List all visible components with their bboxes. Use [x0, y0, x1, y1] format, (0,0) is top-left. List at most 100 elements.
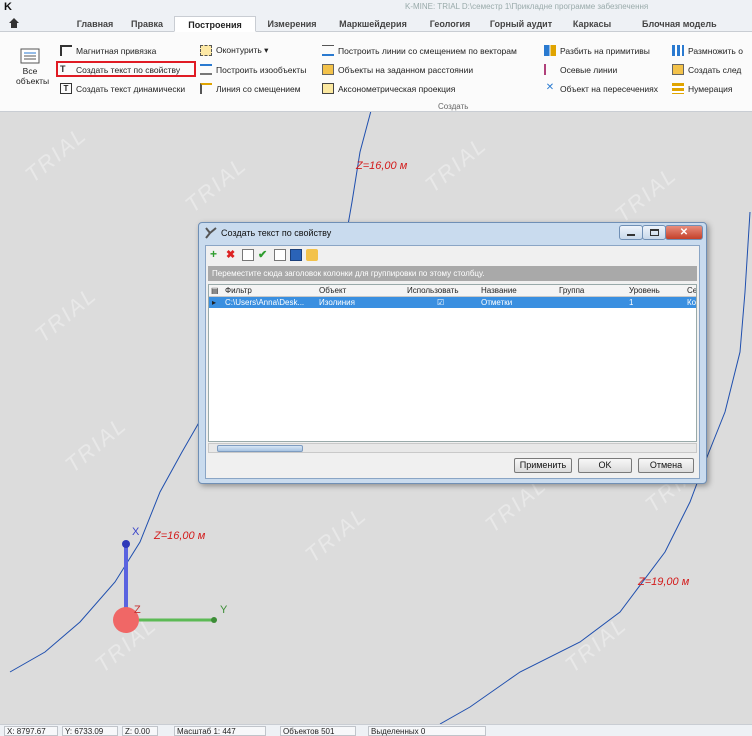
- create-dynamic-text-button[interactable]: T Создать текст динамически: [60, 82, 185, 95]
- column-object[interactable]: Объект: [319, 286, 346, 295]
- ok-button[interactable]: OK: [578, 458, 632, 473]
- dialog-title: Создать текст по свойству: [221, 228, 332, 238]
- isolines-icon: [200, 64, 212, 75]
- numbering-button[interactable]: Нумерация: [672, 82, 733, 95]
- elevation-label[interactable]: Z=16,00 м: [154, 530, 205, 542]
- column-chooser-icon[interactable]: ▤: [211, 286, 219, 295]
- explode-primitives-button[interactable]: Разбить на примитивы: [544, 44, 650, 57]
- tab-block-model[interactable]: Блочная модель: [628, 16, 752, 32]
- create-text-dialog: Создать текст по свойству ✕ + ✖ ✔ Переме…: [198, 222, 707, 484]
- gizmo-y-end: [211, 617, 217, 623]
- window-title: K-MINE: TRIAL D:\семестр 1\Прикладне про…: [405, 2, 649, 11]
- cell-filter[interactable]: C:\Users\Anna\Desk...: [225, 298, 317, 307]
- tab-measurements[interactable]: Измерения: [260, 16, 324, 32]
- status-z: Z: 0.00: [122, 726, 158, 736]
- column-level[interactable]: Уровень: [629, 286, 660, 295]
- center-lines-label: Осевые линии: [560, 64, 618, 75]
- grid-header: ▤ Фильтр Объект Использовать Название Гр…: [209, 285, 696, 297]
- tab-surveying[interactable]: Маркшейдерия: [330, 16, 416, 32]
- close-button[interactable]: ✕: [665, 225, 703, 240]
- create-trace-button[interactable]: Создать след: [672, 63, 741, 76]
- tab-constructions[interactable]: Построения: [174, 16, 256, 32]
- build-isoobjects-button[interactable]: Построить изообъекты: [200, 63, 306, 76]
- horizontal-scrollbar[interactable]: [208, 443, 697, 453]
- magnetic-snap-label: Магнитная привязка: [76, 45, 157, 56]
- copy-icon[interactable]: [242, 249, 254, 261]
- contour-icon: [200, 45, 212, 56]
- column-group[interactable]: Группа: [559, 286, 584, 295]
- use-checkbox[interactable]: ☑: [437, 298, 444, 307]
- magnetic-snap-button[interactable]: Магнитная привязка: [60, 44, 156, 57]
- objects-at-distance-button[interactable]: Объекты на заданном расстоянии: [322, 63, 473, 76]
- dialog-toolbar: + ✖ ✔: [210, 248, 318, 262]
- check-icon[interactable]: ✔: [258, 249, 270, 261]
- offset-line-button[interactable]: Линия со смещением: [200, 82, 301, 95]
- cell-object[interactable]: Изолиния: [319, 298, 355, 307]
- numbering-label: Нумерация: [688, 83, 733, 94]
- dynamic-text-icon: T: [60, 83, 72, 94]
- column-extra[interactable]: Cе: [687, 286, 696, 295]
- cell-name[interactable]: Отметки: [481, 298, 512, 307]
- properties-grid: ▤ Фильтр Объект Использовать Название Гр…: [208, 284, 697, 442]
- save-icon[interactable]: [290, 249, 302, 261]
- add-icon[interactable]: +: [210, 248, 222, 261]
- apply-button[interactable]: Применить: [514, 458, 572, 473]
- cell-level[interactable]: 1: [629, 298, 633, 307]
- scrollbar-thumb[interactable]: [217, 445, 303, 452]
- elevation-label[interactable]: Z=16,00 м: [356, 160, 407, 172]
- all-objects-button[interactable]: Все объекты: [16, 48, 49, 86]
- multiply-button[interactable]: Размножить о: [672, 44, 743, 57]
- highlight-box: [56, 61, 196, 77]
- new-file-icon[interactable]: [274, 249, 286, 261]
- lines-offset-vectors-label: Построить линии со смещением по векторам: [338, 45, 517, 56]
- tab-mining-audit[interactable]: Горный аудит: [486, 16, 556, 32]
- close-icon: ✕: [679, 227, 689, 238]
- gizmo-z-label: Z: [134, 604, 141, 616]
- delete-icon[interactable]: ✖: [226, 249, 238, 261]
- row-indicator-icon: ▸: [212, 298, 217, 307]
- object-at-intersections-label: Объект на пересечениях: [560, 83, 659, 94]
- center-lines-button[interactable]: Осевые линии: [544, 63, 617, 76]
- multiply-icon: [672, 45, 684, 56]
- maximize-button[interactable]: [642, 225, 666, 240]
- build-isoobjects-label: Построить изообъекты: [216, 64, 307, 75]
- gizmo-x-end: [122, 540, 130, 548]
- contour-button[interactable]: Оконтурить ▾: [200, 44, 268, 57]
- app-logo-icon: [205, 227, 217, 239]
- distance-icon: [322, 64, 334, 75]
- status-objects: Объектов 501: [280, 726, 356, 736]
- lines-offset-vectors-button[interactable]: Построить линии со смещением по векторам: [322, 44, 517, 57]
- column-name[interactable]: Название: [481, 286, 517, 295]
- explode-icon: [544, 45, 556, 56]
- elevation-label[interactable]: Z=19,00 м: [638, 576, 689, 588]
- trace-icon: [672, 64, 684, 75]
- tab-edit[interactable]: Правка: [124, 16, 170, 32]
- axonometric-label: Аксонометрическая проекция: [338, 83, 456, 94]
- cancel-button[interactable]: Отмена: [638, 458, 694, 473]
- column-use[interactable]: Использовать: [407, 286, 458, 295]
- offset-line-icon: [200, 83, 212, 94]
- objects-at-distance-label: Объекты на заданном расстоянии: [338, 64, 474, 75]
- title-bar: K K-MINE: TRIAL D:\семестр 1\Прикладне п…: [0, 0, 752, 14]
- tab-geology[interactable]: Геология: [422, 16, 478, 32]
- table-row[interactable]: ▸ C:\Users\Anna\Desk... Изолиния ☑ Отмет…: [209, 297, 696, 308]
- app-logo[interactable]: K: [4, 1, 12, 13]
- home-icon[interactable]: [8, 17, 20, 29]
- dialog-body: + ✖ ✔ Переместите сюда заголовок колонки…: [205, 245, 700, 479]
- group-by-hint[interactable]: Переместите сюда заголовок колонки для г…: [208, 266, 697, 281]
- status-bar: X: 8797.67 Y: 6733.09 Z: 0.00 Масштаб 1:…: [0, 724, 752, 736]
- column-filter[interactable]: Фильтр: [225, 286, 252, 295]
- tab-wireframes[interactable]: Каркасы: [562, 16, 622, 32]
- object-at-intersections-button[interactable]: ✕ Объект на пересечениях: [544, 82, 658, 95]
- all-objects-icon: [20, 48, 40, 64]
- all-objects-label: Все объекты: [16, 66, 50, 86]
- tab-home[interactable]: Главная: [70, 16, 120, 32]
- clear-icon[interactable]: [306, 249, 318, 261]
- gizmo-x-label: X: [132, 526, 140, 538]
- minimize-button[interactable]: [619, 225, 643, 240]
- status-selected: Выделенных 0: [368, 726, 486, 736]
- contour-label: Оконтурить ▾: [216, 45, 269, 55]
- axonometric-button[interactable]: Аксонометрическая проекция: [322, 82, 455, 95]
- cell-extra[interactable]: Ко: [687, 298, 696, 307]
- ribbon-panel: Все объекты Магнитная привязка T Создать …: [0, 32, 752, 112]
